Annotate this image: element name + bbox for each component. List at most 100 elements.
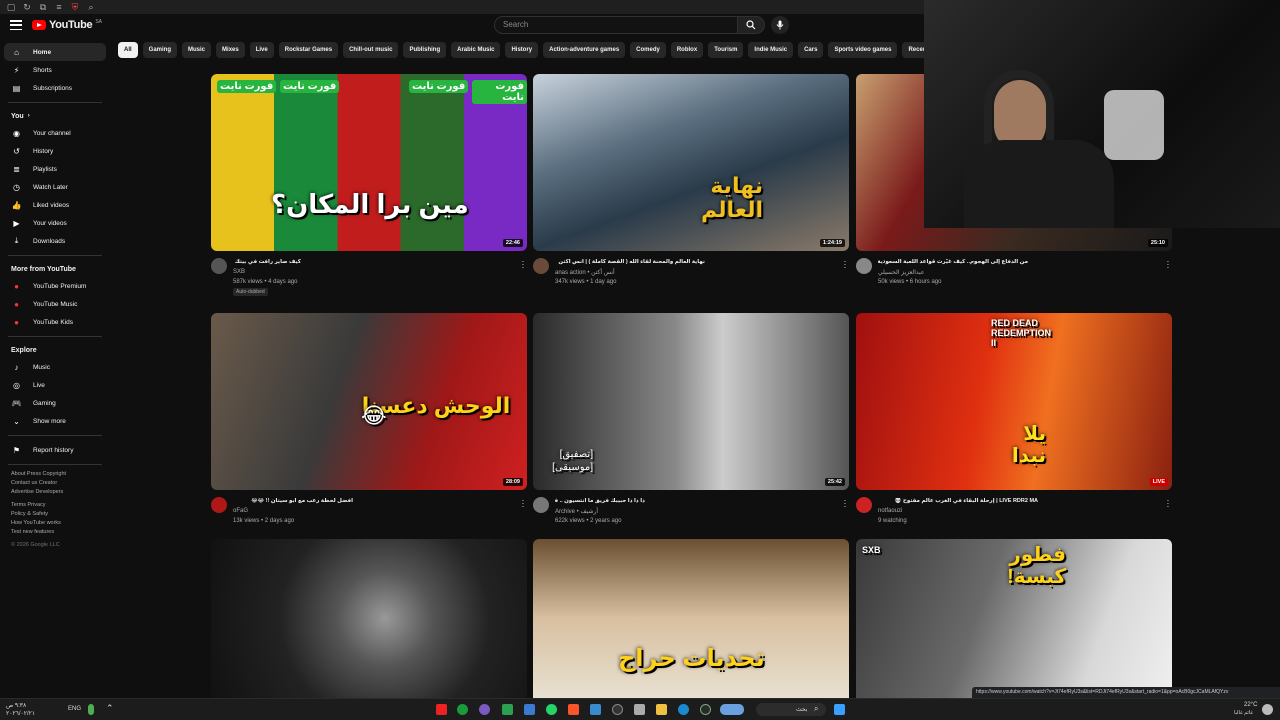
chip[interactable]: Action-adventure games: [543, 42, 626, 58]
edge-icon[interactable]: [678, 704, 689, 715]
video-thumbnail[interactable]: [211, 539, 527, 698]
footer-links[interactable]: About Press Copyright: [0, 470, 110, 479]
more-actions-icon[interactable]: · · ·: [843, 258, 847, 272]
more-actions-icon[interactable]: · · ·: [521, 497, 525, 511]
sidebar-item-shorts[interactable]: ⚡ Shorts: [4, 61, 106, 79]
more-actions-icon[interactable]: · · ·: [1166, 497, 1170, 511]
sidebar-item-youtube-music[interactable]: ● YouTube Music: [4, 295, 106, 313]
taskbar-search[interactable]: بحث ⌕: [756, 703, 826, 716]
brave-browser-icon[interactable]: [568, 704, 579, 715]
xbox-icon[interactable]: [457, 704, 468, 715]
video-thumbnail[interactable]: نهاية العالم 1:24:19: [533, 74, 849, 251]
sidebar-item-gaming[interactable]: 🎮 Gaming: [4, 394, 106, 412]
app-icon[interactable]: [524, 704, 535, 715]
chip[interactable]: Tourism: [708, 42, 744, 58]
app-icon[interactable]: [634, 704, 645, 715]
video-thumbnail[interactable]: SXB فطور كبسة!: [856, 539, 1172, 698]
sidebar-item-youtube-kids[interactable]: ● YouTube Kids: [4, 313, 106, 331]
sidebar-item-live[interactable]: ◎ Live: [4, 376, 106, 394]
app-icon[interactable]: [720, 704, 744, 715]
chip[interactable]: Live: [249, 42, 274, 58]
tab-actions-icon[interactable]: ▢: [6, 2, 16, 12]
search-icon[interactable]: ⌕: [86, 2, 96, 12]
windows-start-icon[interactable]: [834, 704, 845, 715]
video-title[interactable]: كيف صاير رافت في بيتك ..!؟: [233, 259, 301, 265]
chip[interactable]: Sports video games: [828, 42, 898, 58]
video-card[interactable]: [211, 539, 527, 698]
video-thumbnail[interactable]: RED DEAD REDEMPTION II يلا نبدا LIVE: [856, 313, 1172, 490]
video-title[interactable]: افضل لحظة رعب مع ابو سيتان !! 😂😂: [233, 498, 353, 504]
weather-desc[interactable]: غائم غالبا: [1234, 710, 1253, 716]
youtube-app-icon[interactable]: [436, 704, 447, 715]
sidebar-item-watch-later[interactable]: ◷ Watch Later: [4, 178, 106, 196]
you-section-header[interactable]: You ›: [0, 108, 110, 124]
footer-links[interactable]: Contact us Creator: [0, 479, 110, 488]
footer-links[interactable]: Advertise Developers: [0, 488, 110, 497]
channel-name[interactable]: عبدالعزيز الحسيلي: [878, 269, 924, 276]
microphone-icon[interactable]: [88, 704, 94, 715]
shield-icon[interactable]: ⛨: [70, 2, 80, 12]
chip[interactable]: Chill-out music: [343, 42, 399, 58]
chip[interactable]: Mixes: [216, 42, 245, 58]
sidebar-item-your-videos[interactable]: ▶ Your videos: [4, 214, 106, 232]
chip[interactable]: Publishing: [403, 42, 447, 58]
tabs-icon[interactable]: ⧉: [38, 2, 48, 12]
chip[interactable]: Roblox: [670, 42, 704, 58]
channel-avatar[interactable]: [856, 497, 872, 513]
search-input[interactable]: Search: [494, 16, 738, 34]
sidebar-item-playlists[interactable]: ≣ Playlists: [4, 160, 106, 178]
weather-temp[interactable]: 22°C: [1244, 702, 1257, 708]
footer-links[interactable]: Terms Privacy: [0, 501, 110, 510]
clock-date[interactable]: ٢٠٢٦/٠٢/٢١: [6, 710, 35, 717]
chip[interactable]: Gaming: [142, 42, 178, 58]
whatsapp-icon[interactable]: [546, 704, 557, 715]
sidebar-item-your-channel[interactable]: ◉ Your channel: [4, 124, 106, 142]
video-title[interactable]: ذا ذا ذا حبيبك فريق ما انتسيون .. فرق: [555, 498, 645, 504]
channel-avatar[interactable]: [533, 258, 549, 274]
video-title[interactable]: LIVE RDR2 MA | إرحلة البقاء في الغرب عال…: [878, 498, 1038, 504]
video-card[interactable]: فورت نايت فورت نايت فورت نايت فورت نايت …: [211, 74, 527, 308]
channel-avatar[interactable]: [211, 258, 227, 274]
video-thumbnail[interactable]: [تصفيق] [موسيقى] 25:42: [533, 313, 849, 490]
youtube-logo[interactable]: YouTube SA: [32, 19, 102, 31]
footer-links[interactable]: Test new features: [0, 528, 110, 537]
xbox-icon[interactable]: [700, 704, 711, 715]
menu-icon[interactable]: ≡: [54, 2, 64, 12]
channel-avatar[interactable]: [211, 497, 227, 513]
weather-cloud-icon[interactable]: [1262, 704, 1273, 715]
chip[interactable]: Cars: [798, 42, 824, 58]
sidebar-item-subscriptions[interactable]: ▤ Subscriptions: [4, 79, 106, 97]
chip[interactable]: Rockstar Games: [278, 42, 339, 58]
sidebar-item-home[interactable]: ⌂ Home: [4, 43, 106, 61]
app-icon[interactable]: [502, 704, 513, 715]
video-thumbnail[interactable]: تحديات حراج: [533, 539, 849, 698]
language-indicator[interactable]: ENG: [68, 706, 81, 712]
channel-name[interactable]: oFaG: [233, 508, 248, 514]
chevron-up-icon[interactable]: ⌃: [106, 703, 114, 714]
app-icon[interactable]: [590, 704, 601, 715]
channel-name[interactable]: Archive • أرشيف: [555, 508, 598, 515]
more-actions-icon[interactable]: · · ·: [521, 258, 525, 272]
sidebar-item-report-history[interactable]: ⚑ Report history: [4, 441, 106, 459]
video-card[interactable]: RED DEAD REDEMPTION II يلا نبدا LIVE LIV…: [856, 313, 1172, 547]
more-actions-icon[interactable]: · · ·: [1166, 258, 1170, 272]
chip[interactable]: Comedy: [630, 42, 666, 58]
chip[interactable]: History: [505, 42, 539, 58]
clock-time[interactable]: ٩:٣٨ ص: [6, 702, 26, 709]
channel-name[interactable]: anas action • أنس أكتن: [555, 269, 615, 276]
sidebar-item-show-more[interactable]: ⌄ Show more: [4, 412, 106, 430]
video-title[interactable]: من الدفاع إلى الهجوم.. كيف غيّرت قواعد ا…: [878, 259, 1028, 265]
sidebar-item-downloads[interactable]: ⤓ Downloads: [4, 232, 106, 250]
search-button[interactable]: [737, 16, 765, 34]
video-card[interactable]: نهاية العالم 1:24:19 نهاية العالم والمحن…: [533, 74, 849, 308]
chip-all[interactable]: All: [118, 42, 138, 58]
more-actions-icon[interactable]: · · ·: [843, 497, 847, 511]
video-card[interactable]: SXB فطور كبسة!: [856, 539, 1172, 698]
channel-name[interactable]: SXB: [233, 269, 245, 275]
video-thumbnail[interactable]: الوحش دعسنا 😂 28:09: [211, 313, 527, 490]
channel-name[interactable]: notfaouzi: [878, 508, 902, 514]
file-explorer-icon[interactable]: [656, 704, 667, 715]
sidebar-item-history[interactable]: ↺ History: [4, 142, 106, 160]
footer-links[interactable]: Policy & Safety: [0, 510, 110, 519]
video-title[interactable]: نهاية العالم والمحنة لقاء الله ( القصة ك…: [555, 259, 705, 265]
